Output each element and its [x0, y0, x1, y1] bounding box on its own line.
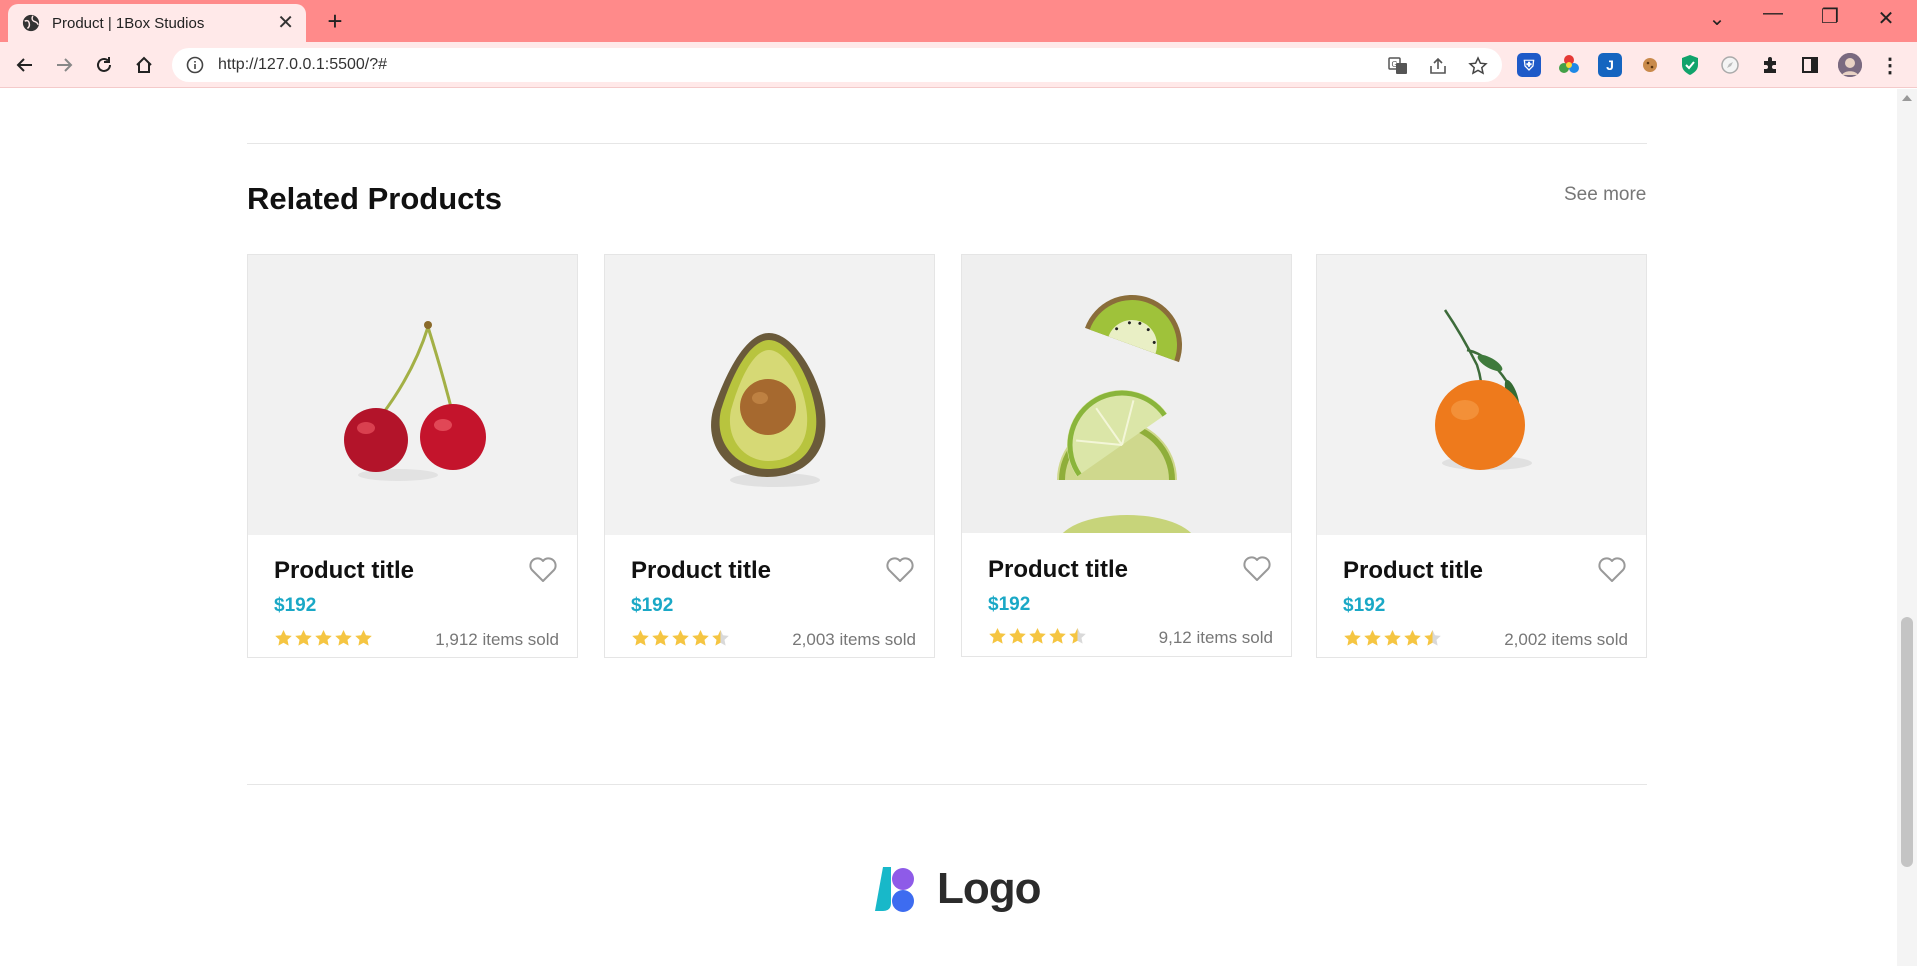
tab-strip: Product | 1Box Studios ✕ + ⌄ — ❐ ✕: [0, 0, 1917, 42]
bitwarden-extension-icon[interactable]: ⛨: [1517, 53, 1541, 77]
rating-stars: [988, 627, 1087, 646]
star-full-icon: [632, 629, 649, 646]
rating-stars: [1343, 629, 1442, 648]
star-full-icon: [692, 629, 709, 646]
heart-icon[interactable]: [1242, 555, 1272, 583]
items-sold: 9,12 items sold: [1158, 628, 1273, 647]
svg-text:G: G: [1392, 60, 1398, 69]
chrome-menu-icon[interactable]: ⋮: [1878, 53, 1902, 77]
page-scrollbar[interactable]: [1897, 89, 1917, 966]
heart-icon[interactable]: [528, 556, 558, 584]
section-title: Related Products: [247, 181, 502, 216]
star-full-icon: [652, 629, 669, 646]
product-image-cherries[interactable]: [248, 255, 577, 535]
star-full-icon: [1404, 629, 1421, 646]
address-bar[interactable]: http://127.0.0.1:5500/?# G: [172, 48, 1502, 82]
side-panel-icon[interactable]: [1798, 53, 1822, 77]
product-price: $192: [988, 594, 1031, 615]
shield-extension-icon[interactable]: [1678, 53, 1702, 77]
star-full-icon: [295, 629, 312, 646]
product-card[interactable]: Product title $192 9,12 items sold: [961, 254, 1292, 657]
rating-stars: [631, 629, 730, 648]
heart-icon[interactable]: [885, 556, 915, 584]
product-price: $192: [1343, 595, 1386, 616]
minimize-button[interactable]: —: [1753, 2, 1793, 25]
star-full-icon: [275, 629, 292, 646]
items-sold: 2,002 items sold: [1504, 630, 1628, 649]
truncated-text-fragment: · · · ·: [247, 89, 290, 98]
star-full-icon: [1009, 627, 1026, 644]
close-window-button[interactable]: ✕: [1866, 6, 1906, 31]
profile-avatar[interactable]: [1838, 53, 1862, 77]
divider: [247, 143, 1647, 144]
extensions-puzzle-icon[interactable]: [1758, 53, 1782, 77]
site-info-icon[interactable]: [186, 56, 204, 74]
url-text: http://127.0.0.1:5500/?#: [218, 56, 388, 73]
browser-toolbar: http://127.0.0.1:5500/?# G ⛨ J ⋮: [0, 42, 1917, 88]
back-button[interactable]: [12, 52, 38, 78]
star-full-icon: [355, 629, 372, 646]
bookmark-star-icon[interactable]: [1468, 56, 1488, 76]
product-price: $192: [631, 595, 674, 616]
home-button[interactable]: [131, 52, 157, 78]
items-sold: 2,003 items sold: [792, 630, 916, 649]
tab-title: Product | 1Box Studios: [52, 14, 205, 32]
close-tab-icon[interactable]: ✕: [277, 13, 294, 33]
back-arrow-icon: [16, 58, 32, 72]
product-image-tangerine[interactable]: [1317, 255, 1646, 535]
star-half-icon: [1424, 629, 1441, 646]
forward-arrow-icon: [57, 58, 73, 72]
color-picker-extension-icon[interactable]: [1557, 53, 1581, 77]
compass-extension-icon[interactable]: [1718, 53, 1742, 77]
scrollbar-thumb[interactable]: [1901, 617, 1913, 867]
product-title[interactable]: Product title: [274, 557, 414, 585]
logo-text: Logo: [937, 864, 1042, 913]
star-full-icon: [1029, 627, 1046, 644]
star-half-icon: [1069, 627, 1086, 644]
share-icon[interactable]: [1428, 56, 1448, 76]
new-tab-button[interactable]: +: [320, 8, 350, 34]
page-content: · · · · Related Products See more Produc…: [0, 89, 1897, 966]
see-more-link[interactable]: See more: [1564, 184, 1646, 206]
translate-icon[interactable]: G: [1388, 56, 1408, 76]
star-full-icon: [1364, 629, 1381, 646]
star-full-icon: [1384, 629, 1401, 646]
globe-icon: [22, 14, 40, 32]
star-full-icon: [1344, 629, 1361, 646]
rating-stars: [274, 629, 373, 648]
home-icon: [136, 56, 152, 73]
items-sold: 1,912 items sold: [435, 630, 559, 649]
star-full-icon: [672, 629, 689, 646]
product-image-avocado[interactable]: [605, 255, 934, 535]
footer-logo[interactable]: Logo: [867, 864, 1042, 914]
logo-mark-icon: [875, 867, 914, 912]
heart-icon[interactable]: [1597, 556, 1627, 584]
forward-button[interactable]: [51, 52, 77, 78]
cookie-extension-icon[interactable]: [1638, 53, 1662, 77]
star-full-icon: [315, 629, 332, 646]
product-card[interactable]: Product title $192 2,003 items sold: [604, 254, 935, 658]
product-title[interactable]: Product title: [631, 557, 771, 585]
product-card[interactable]: Product title $192 2,002 items sold: [1316, 254, 1647, 658]
scroll-up-arrow-icon[interactable]: [1902, 95, 1912, 101]
product-price: $192: [274, 595, 317, 616]
star-half-icon: [712, 629, 729, 646]
product-title[interactable]: Product title: [988, 556, 1128, 584]
star-full-icon: [989, 627, 1006, 644]
product-title[interactable]: Product title: [1343, 557, 1483, 585]
restore-button[interactable]: ❐: [1810, 4, 1850, 29]
jira-extension-icon[interactable]: J: [1598, 53, 1622, 77]
star-full-icon: [335, 629, 352, 646]
product-card[interactable]: Product title $192 1,912 items sold: [247, 254, 578, 658]
browser-tab[interactable]: Product | 1Box Studios ✕: [8, 4, 306, 42]
reload-button[interactable]: [91, 52, 117, 78]
footer-divider: [247, 784, 1647, 785]
product-image-kiwi-lime[interactable]: [962, 255, 1291, 533]
tab-search-icon[interactable]: ⌄: [1697, 6, 1737, 31]
star-full-icon: [1049, 627, 1066, 644]
reload-icon: [97, 57, 111, 72]
